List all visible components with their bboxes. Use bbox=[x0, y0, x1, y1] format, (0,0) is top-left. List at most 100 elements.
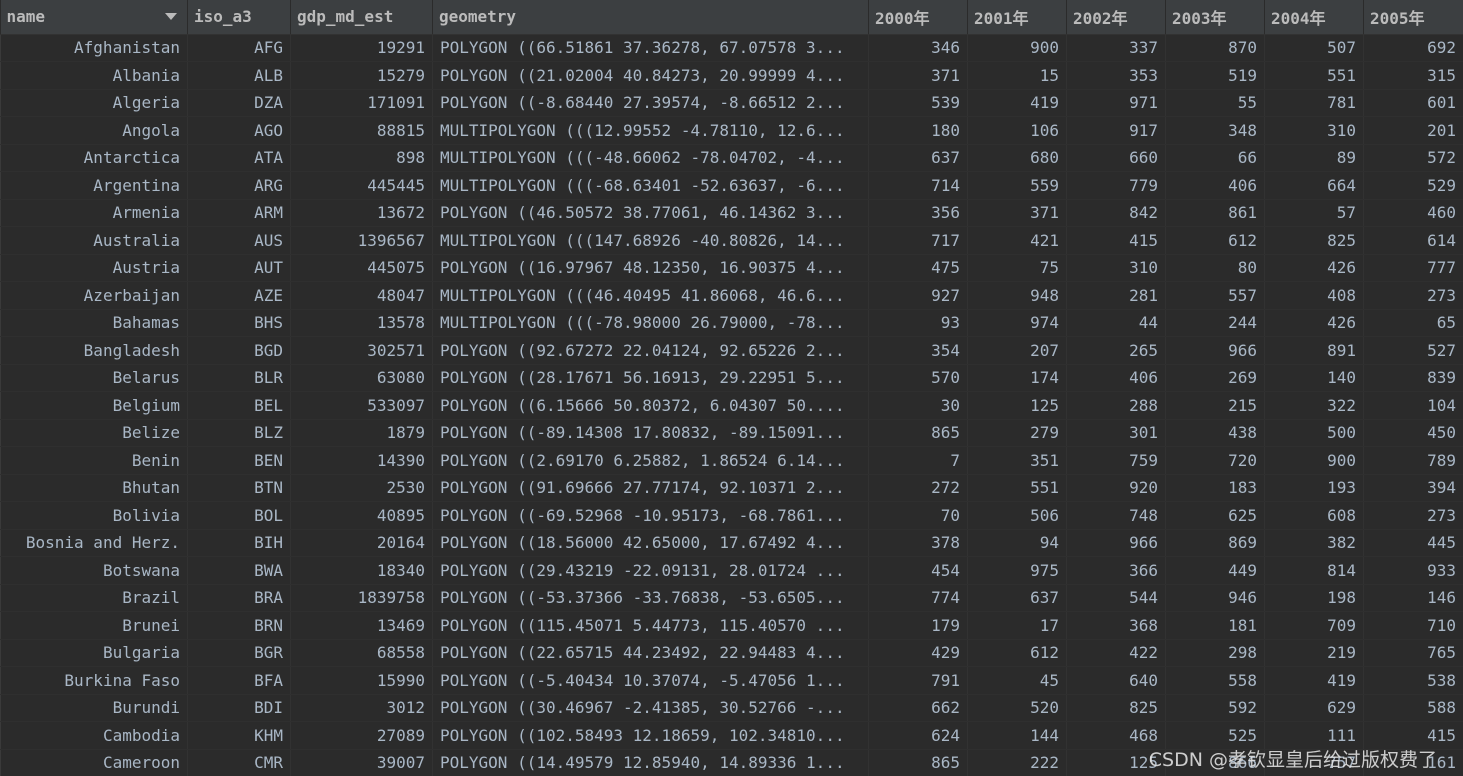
table-row[interactable]: Cameroon CMR 39007 POLYGON ((14.49579 12.85… bbox=[0, 749, 1463, 776]
table-row[interactable]: Belgium BEL 533097 POLYGON ((6.15666 50.803… bbox=[0, 391, 1463, 420]
cell-gdp-md-est[interactable]: 68558 bbox=[290, 639, 433, 667]
cell-2000[interactable]: 356 bbox=[868, 199, 968, 227]
cell-2001[interactable]: 551 bbox=[967, 474, 1067, 502]
cell-2004[interactable]: 382 bbox=[1264, 529, 1364, 557]
cell-2000[interactable]: 346 bbox=[868, 34, 968, 62]
cell-geometry[interactable]: POLYGON ((-8.68440 27.39574, -8.66512 2.… bbox=[432, 89, 869, 117]
table-row[interactable]: Bangladesh BGD 302571 POLYGON ((92.67272 22… bbox=[0, 336, 1463, 365]
cell-2005[interactable]: 789 bbox=[1363, 446, 1463, 475]
cell-2000[interactable]: 717 bbox=[868, 226, 968, 255]
cell-2000[interactable]: 662 bbox=[868, 694, 968, 722]
cell-2000[interactable]: 378 bbox=[868, 529, 968, 557]
column-header-gdp-md-est[interactable]: gdp_md_est bbox=[290, 0, 433, 35]
cell-2000[interactable]: 180 bbox=[868, 116, 968, 145]
cell-2000[interactable]: 475 bbox=[868, 254, 968, 282]
cell-2005[interactable]: 777 bbox=[1363, 254, 1463, 282]
cell-2003[interactable]: 449 bbox=[1165, 556, 1265, 585]
cell-2005[interactable]: 315 bbox=[1363, 61, 1463, 90]
cell-2000[interactable]: 774 bbox=[868, 584, 968, 612]
cell-iso-a3[interactable]: BTN bbox=[187, 474, 291, 502]
cell-2001[interactable]: 351 bbox=[967, 446, 1067, 475]
cell-2002[interactable]: 353 bbox=[1066, 61, 1166, 90]
cell-2000[interactable]: 30 bbox=[868, 391, 968, 420]
cell-2004[interactable]: 219 bbox=[1264, 639, 1364, 667]
cell-2000[interactable]: 791 bbox=[868, 666, 968, 695]
cell-2004[interactable]: 193 bbox=[1264, 474, 1364, 502]
cell-2005[interactable]: 933 bbox=[1363, 556, 1463, 585]
table-row[interactable]: Azerbaijan AZE 48047 MULTIPOLYGON (((46.404… bbox=[0, 281, 1463, 310]
cell-name[interactable]: Benin bbox=[0, 446, 188, 475]
cell-gdp-md-est[interactable]: 14390 bbox=[290, 446, 433, 475]
cell-2000[interactable]: 927 bbox=[868, 281, 968, 310]
cell-2002[interactable]: 544 bbox=[1066, 584, 1166, 612]
cell-2005[interactable]: 201 bbox=[1363, 116, 1463, 145]
cell-2002[interactable]: 288 bbox=[1066, 391, 1166, 420]
cell-2004[interactable]: 781 bbox=[1264, 89, 1364, 117]
cell-2004[interactable]: 629 bbox=[1264, 694, 1364, 722]
cell-2001[interactable]: 106 bbox=[967, 116, 1067, 145]
cell-2002[interactable]: 640 bbox=[1066, 666, 1166, 695]
table-row[interactable]: Albania ALB 15279 POLYGON ((21.02004 40.842… bbox=[0, 61, 1463, 90]
cell-2002[interactable]: 368 bbox=[1066, 611, 1166, 640]
cell-2001[interactable]: 371 bbox=[967, 199, 1067, 227]
column-header-2003[interactable]: 2003年 bbox=[1165, 0, 1265, 35]
cell-2001[interactable]: 948 bbox=[967, 281, 1067, 310]
cell-gdp-md-est[interactable]: 898 bbox=[290, 144, 433, 172]
cell-2003[interactable]: 215 bbox=[1165, 391, 1265, 420]
cell-2001[interactable]: 222 bbox=[967, 749, 1067, 776]
cell-iso-a3[interactable]: CMR bbox=[187, 749, 291, 776]
cell-2005[interactable]: 710 bbox=[1363, 611, 1463, 640]
cell-2005[interactable]: 445 bbox=[1363, 529, 1463, 557]
cell-name[interactable]: Burkina Faso bbox=[0, 666, 188, 695]
cell-2005[interactable]: 692 bbox=[1363, 34, 1463, 62]
cell-2002[interactable]: 406 bbox=[1066, 364, 1166, 392]
table-row[interactable]: Burkina Faso BFA 15990 POLYGON ((-5.40434 1… bbox=[0, 666, 1463, 695]
cell-2000[interactable]: 179 bbox=[868, 611, 968, 640]
cell-2000[interactable]: 714 bbox=[868, 171, 968, 200]
table-row[interactable]: Australia AUS 1396567 MULTIPOLYGON (((147.6… bbox=[0, 226, 1463, 255]
cell-2001[interactable]: 900 bbox=[967, 34, 1067, 62]
table-row[interactable]: Brunei BRN 13469 POLYGON ((115.45071 5.4477… bbox=[0, 611, 1463, 640]
table-row[interactable]: Afghanistan AFG 19291 POLYGON ((66.51861 37… bbox=[0, 34, 1463, 62]
cell-2005[interactable]: 538 bbox=[1363, 666, 1463, 695]
cell-iso-a3[interactable]: ARG bbox=[187, 171, 291, 200]
cell-geometry[interactable]: MULTIPOLYGON (((46.40495 41.86068, 46.6.… bbox=[432, 281, 869, 310]
cell-geometry[interactable]: POLYGON ((18.56000 42.65000, 17.67492 4.… bbox=[432, 529, 869, 557]
column-header-2004[interactable]: 2004年 bbox=[1264, 0, 1364, 35]
cell-2001[interactable]: 612 bbox=[967, 639, 1067, 667]
cell-2005[interactable]: 415 bbox=[1363, 721, 1463, 750]
cell-2005[interactable]: 146 bbox=[1363, 584, 1463, 612]
cell-2004[interactable]: 57 bbox=[1264, 199, 1364, 227]
cell-2004[interactable]: 664 bbox=[1264, 171, 1364, 200]
cell-name[interactable]: Azerbaijan bbox=[0, 281, 188, 310]
cell-2001[interactable]: 94 bbox=[967, 529, 1067, 557]
cell-2005[interactable]: 161 bbox=[1363, 749, 1463, 776]
cell-geometry[interactable]: POLYGON ((91.69666 27.77174, 92.10371 2.… bbox=[432, 474, 869, 502]
cell-gdp-md-est[interactable]: 48047 bbox=[290, 281, 433, 310]
table-row[interactable]: Brazil BRA 1839758 POLYGON ((-53.37366 -33.… bbox=[0, 584, 1463, 612]
cell-name[interactable]: Bulgaria bbox=[0, 639, 188, 667]
cell-name[interactable]: Belize bbox=[0, 419, 188, 447]
cell-iso-a3[interactable]: ATA bbox=[187, 144, 291, 172]
table-row[interactable]: Armenia ARM 13672 POLYGON ((46.50572 38.770… bbox=[0, 199, 1463, 227]
cell-iso-a3[interactable]: BRA bbox=[187, 584, 291, 612]
cell-2002[interactable]: 310 bbox=[1066, 254, 1166, 282]
cell-iso-a3[interactable]: DZA bbox=[187, 89, 291, 117]
table-row[interactable]: Bolivia BOL 40895 POLYGON ((-69.52968 -10.9… bbox=[0, 501, 1463, 530]
cell-gdp-md-est[interactable]: 13469 bbox=[290, 611, 433, 640]
table-row[interactable]: Antarctica ATA 898 MULTIPOLYGON (((-48.6606… bbox=[0, 144, 1463, 172]
cell-gdp-md-est[interactable]: 533097 bbox=[290, 391, 433, 420]
cell-2000[interactable]: 454 bbox=[868, 556, 968, 585]
table-row[interactable]: Benin BEN 14390 POLYGON ((2.69170 6.25882, … bbox=[0, 446, 1463, 475]
cell-geometry[interactable]: POLYGON ((-53.37366 -33.76838, -53.6505.… bbox=[432, 584, 869, 612]
cell-name[interactable]: Bhutan bbox=[0, 474, 188, 502]
cell-2003[interactable]: 625 bbox=[1165, 501, 1265, 530]
cell-2001[interactable]: 559 bbox=[967, 171, 1067, 200]
cell-geometry[interactable]: POLYGON ((6.15666 50.80372, 6.04307 50..… bbox=[432, 391, 869, 420]
cell-iso-a3[interactable]: AUS bbox=[187, 226, 291, 255]
cell-2002[interactable]: 966 bbox=[1066, 529, 1166, 557]
cell-2005[interactable]: 460 bbox=[1363, 199, 1463, 227]
cell-geometry[interactable]: POLYGON ((102.58493 12.18659, 102.34810.… bbox=[432, 721, 869, 750]
table-row[interactable]: Belize BLZ 1879 POLYGON ((-89.14308 17.8083… bbox=[0, 419, 1463, 447]
cell-2003[interactable]: 80 bbox=[1165, 254, 1265, 282]
